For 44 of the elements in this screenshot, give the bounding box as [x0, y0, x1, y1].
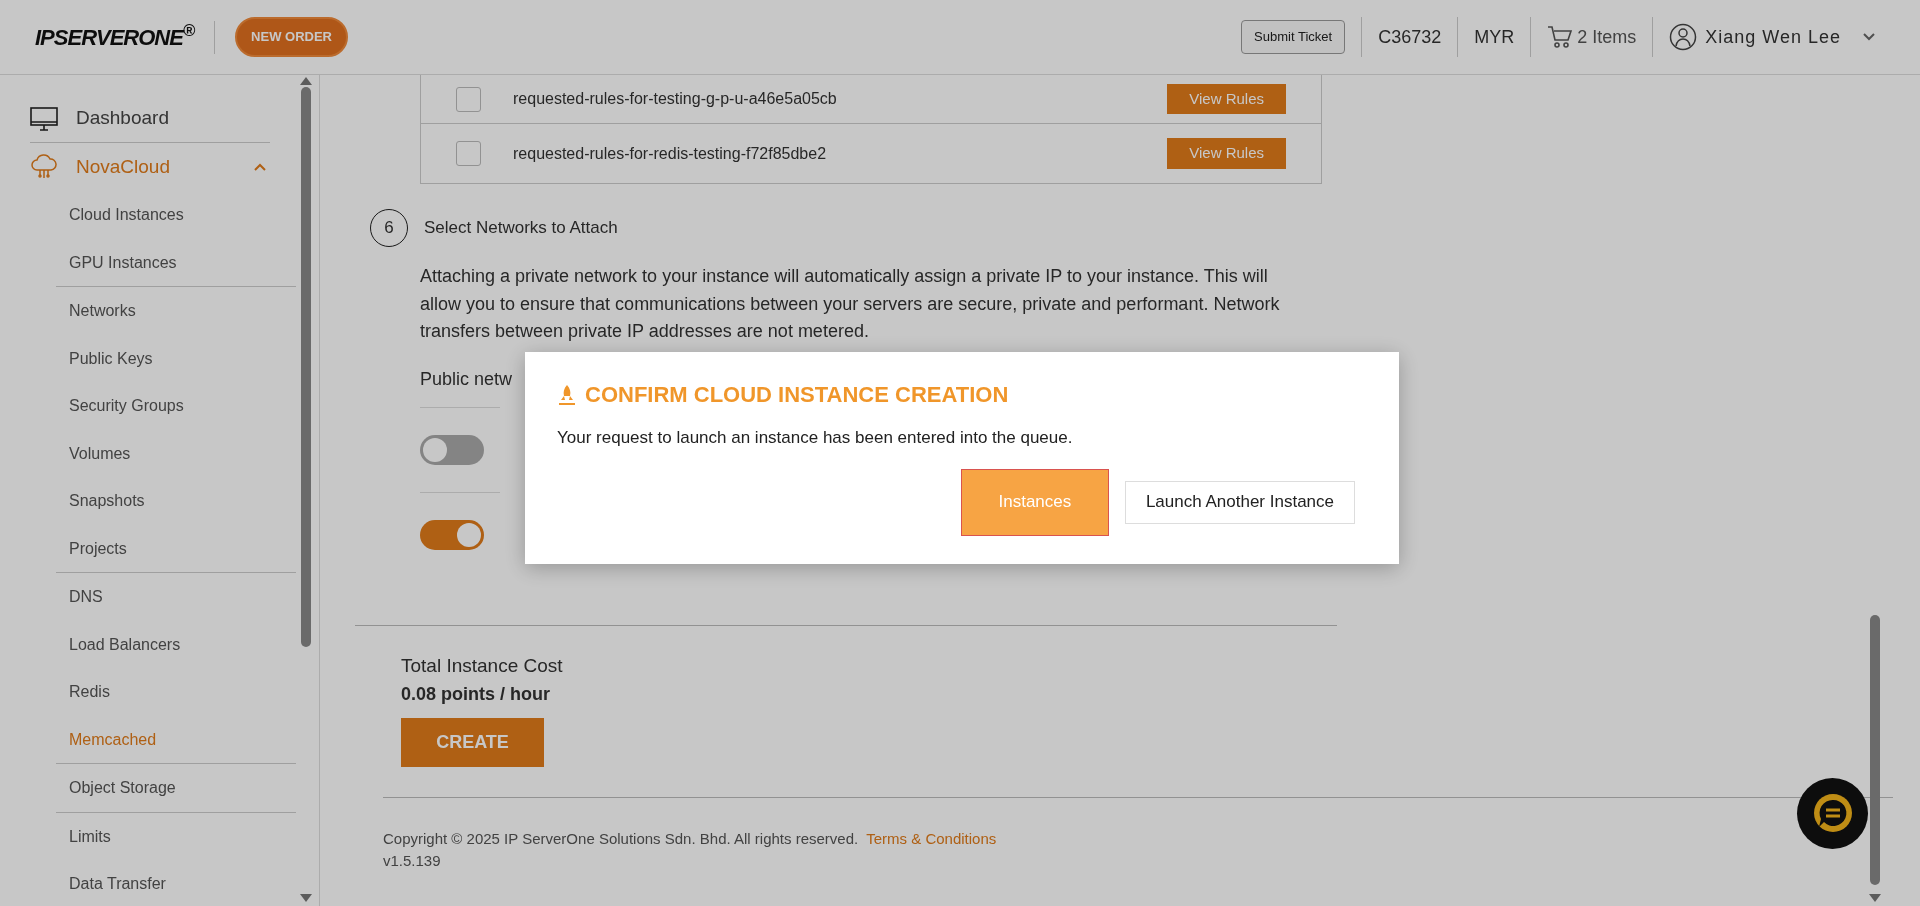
- sidebar-subitem[interactable]: GPU Instances: [56, 238, 296, 286]
- checkbox[interactable]: [456, 141, 481, 166]
- monitor-icon: [30, 106, 58, 131]
- sidebar-item[interactable]: Dashboard: [30, 95, 270, 143]
- cloud-icon: [30, 154, 58, 180]
- caret-icon: [1863, 33, 1875, 41]
- sidebar-subitem[interactable]: Load Balancers: [56, 620, 296, 668]
- public-network-note: Public netw: [420, 367, 513, 391]
- sidebar-subitem[interactable]: Snapshots: [56, 477, 296, 525]
- version-text: v1.5.139: [383, 851, 442, 872]
- user-menu[interactable]: Xiang Wen Lee: [1669, 23, 1875, 51]
- sidebar-subitem[interactable]: Limits: [56, 812, 296, 860]
- sidebar-subitem[interactable]: Data Transfer: [56, 860, 296, 906]
- rule-name: requested-rules-for-redis-testing-f72f85dbe2: [513, 143, 827, 164]
- logo[interactable]: IPSERVERONE$^{®}$: [35, 20, 216, 54]
- copyright-text: Copyright © 2025 IP ServerOne Solutions Sdn. Bhd. All rights reserved.: [383, 828, 859, 849]
- sidebar-subitem[interactable]: Volumes: [56, 429, 296, 477]
- launch-another-button[interactable]: Launch Another Instance: [1124, 480, 1355, 524]
- account-id: C36732: [1378, 25, 1442, 49]
- sidebar-subitem[interactable]: Security Groups: [56, 382, 296, 430]
- step-title: Select Networks to Attach: [424, 217, 618, 240]
- checkbox[interactable]: [456, 86, 481, 112]
- sidebar-subitem[interactable]: Projects: [56, 524, 296, 572]
- cart-link[interactable]: 2 Items: [1547, 23, 1637, 51]
- submit-ticket-button[interactable]: Submit Ticket: [1241, 20, 1346, 54]
- currency-selector[interactable]: MYR: [1474, 23, 1515, 51]
- cart-icon: [1547, 25, 1574, 49]
- sidebar-subitem[interactable]: Cloud Instances: [56, 191, 296, 239]
- user-avatar-icon: [1669, 23, 1698, 51]
- cost-value: 0.08 points / hour: [401, 682, 552, 706]
- sidebar-subitem[interactable]: Public Keys: [56, 334, 296, 382]
- sidebar-subitem[interactable]: DNS: [56, 573, 296, 621]
- dialog-message: Your request to launch an instance has been entered into the queue.: [557, 427, 1074, 449]
- sidebar-subitem[interactable]: Redis: [56, 668, 296, 716]
- sidebar-subitem[interactable]: Object Storage: [56, 764, 296, 812]
- rule-name: requested-rules-for-testing-g-p-u-a46e5a05cb: [513, 89, 837, 109]
- dialog-title: CONFIRM CLOUD INSTANCE CREATION: [585, 381, 1009, 409]
- toggle-switch[interactable]: [420, 520, 484, 551]
- caret-icon: [254, 163, 266, 171]
- cost-label: Total Instance Cost: [401, 654, 564, 679]
- description: Attaching a private network to your instance will automatically assign a private IP to your instance. This will allow you to ensure that communications between your servers are secure, private and performant. Network transfers between private IP addresses are not metered.: [420, 265, 1281, 344]
- rocket-icon: [557, 383, 577, 406]
- sidebar-subitem[interactable]: Networks: [56, 287, 296, 335]
- toggle-switch[interactable]: [420, 435, 484, 466]
